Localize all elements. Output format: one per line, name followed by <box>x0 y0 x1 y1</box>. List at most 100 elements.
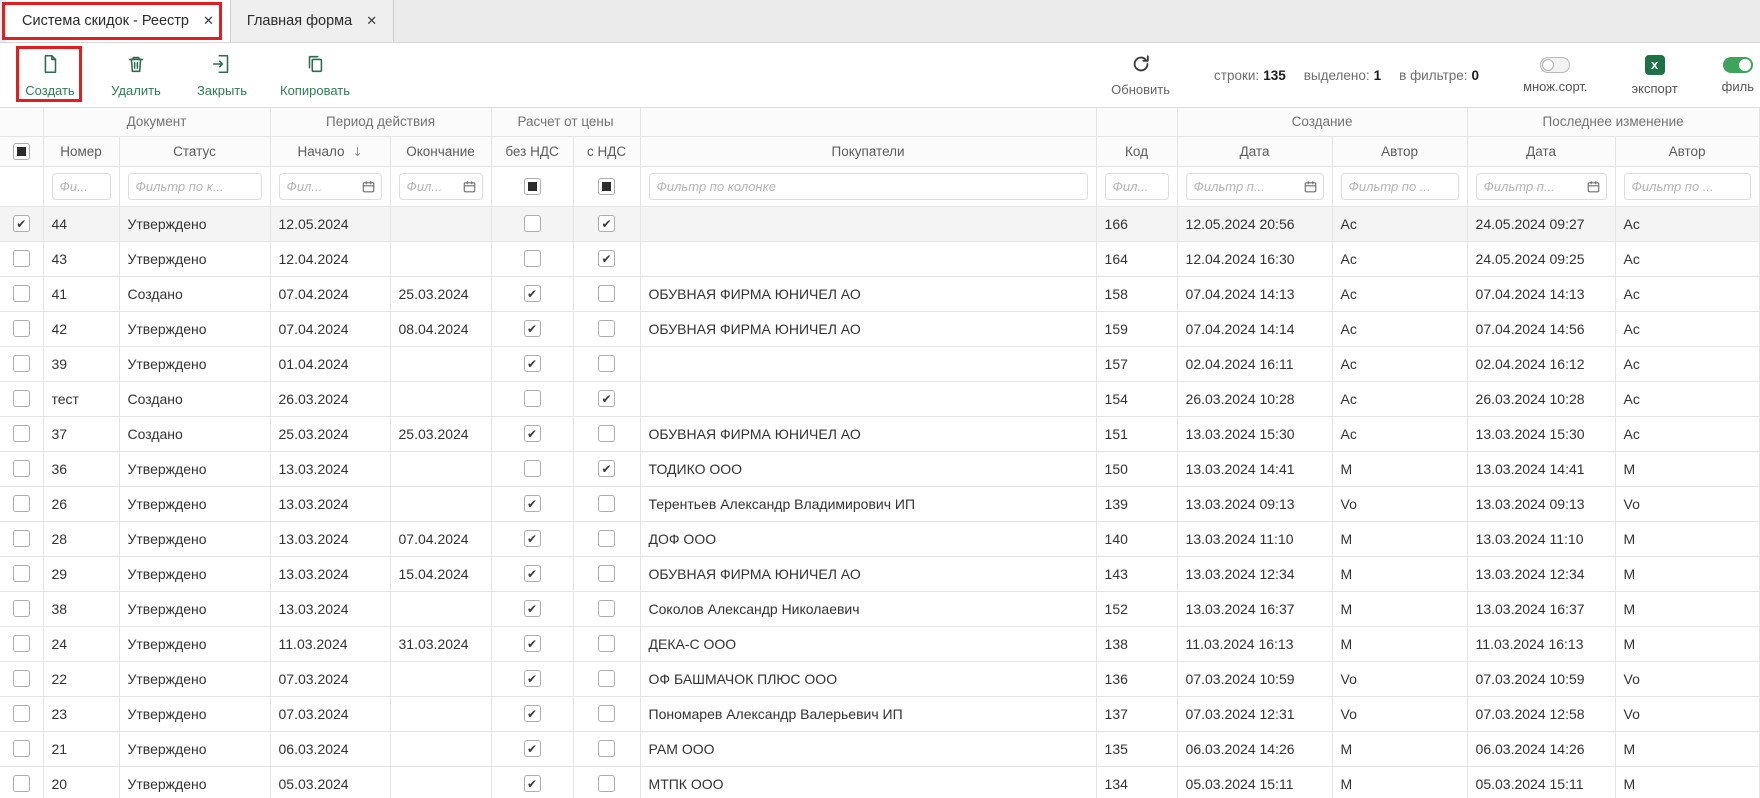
close-icon[interactable]: ✕ <box>366 14 377 29</box>
table-row[interactable]: 28Утверждено13.03.202407.04.2024✔ДОФ ООО… <box>0 521 1759 556</box>
row-select-checkbox[interactable] <box>13 600 30 617</box>
col-header-modified-date[interactable]: Дата <box>1467 136 1615 166</box>
table-row[interactable]: 37Создано25.03.202425.03.2024✔ОБУВНАЯ ФИ… <box>0 416 1759 451</box>
row-select-checkbox[interactable] <box>13 390 30 407</box>
modified-date-filter-input[interactable] <box>1476 173 1607 200</box>
col-header-with-vat[interactable]: с НДС <box>573 136 640 166</box>
row-select-checkbox[interactable] <box>13 425 30 442</box>
col-header-status[interactable]: Статус <box>119 136 270 166</box>
table-row[interactable]: 22Утверждено07.03.2024✔ОФ БАШМАЧОК ПЛЮС … <box>0 661 1759 696</box>
with-vat-checkbox[interactable]: ✔ <box>598 250 615 267</box>
with-vat-checkbox[interactable] <box>598 355 615 372</box>
close-icon[interactable]: ✕ <box>203 14 214 29</box>
table-row[interactable]: 38Утверждено13.03.2024✔Соколов Александр… <box>0 591 1759 626</box>
no-vat-filter-checkbox[interactable] <box>524 178 541 195</box>
with-vat-checkbox[interactable]: ✔ <box>598 215 615 232</box>
with-vat-cell[interactable] <box>573 276 640 311</box>
row-select-cell[interactable] <box>0 661 43 696</box>
export-button[interactable]: x экспорт <box>1632 55 1678 96</box>
row-select-cell[interactable] <box>0 241 43 276</box>
refresh-button[interactable]: Обновить <box>1111 53 1170 97</box>
no-vat-checkbox[interactable]: ✔ <box>524 285 541 302</box>
with-vat-checkbox[interactable] <box>598 670 615 687</box>
with-vat-checkbox[interactable] <box>598 600 615 617</box>
row-select-cell[interactable] <box>0 766 43 798</box>
with-vat-cell[interactable] <box>573 311 640 346</box>
status-filter-input[interactable] <box>128 173 262 200</box>
row-select-checkbox[interactable] <box>13 495 30 512</box>
col-header-end[interactable]: Окончание <box>390 136 491 166</box>
no-vat-checkbox[interactable]: ✔ <box>524 635 541 652</box>
with-vat-cell[interactable]: ✔ <box>573 381 640 416</box>
with-vat-checkbox[interactable] <box>598 285 615 302</box>
row-select-checkbox[interactable] <box>13 285 30 302</box>
row-select-checkbox[interactable] <box>13 775 30 792</box>
code-filter-input[interactable] <box>1105 173 1169 200</box>
col-header-buyers[interactable]: Покупатели <box>640 136 1096 166</box>
with-vat-checkbox[interactable] <box>598 705 615 722</box>
no-vat-cell[interactable]: ✔ <box>491 521 573 556</box>
row-select-cell[interactable] <box>0 416 43 451</box>
with-vat-checkbox[interactable] <box>598 740 615 757</box>
with-vat-cell[interactable] <box>573 521 640 556</box>
row-select-checkbox[interactable] <box>13 565 30 582</box>
row-select-cell[interactable] <box>0 556 43 591</box>
table-row[interactable]: 26Утверждено13.03.2024✔Терентьев Алексан… <box>0 486 1759 521</box>
no-vat-checkbox[interactable] <box>524 215 541 232</box>
with-vat-cell[interactable] <box>573 416 640 451</box>
with-vat-cell[interactable]: ✔ <box>573 241 640 276</box>
row-select-cell[interactable] <box>0 451 43 486</box>
no-vat-checkbox[interactable]: ✔ <box>524 705 541 722</box>
col-header-modified-author[interactable]: Автор <box>1615 136 1759 166</box>
no-vat-cell[interactable]: ✔ <box>491 696 573 731</box>
with-vat-cell[interactable] <box>573 626 640 661</box>
with-vat-checkbox[interactable] <box>598 530 615 547</box>
filter-toggle-item[interactable]: филь <box>1722 57 1754 94</box>
with-vat-cell[interactable] <box>573 346 640 381</box>
row-select-cell[interactable] <box>0 731 43 766</box>
no-vat-cell[interactable]: ✔ <box>491 311 573 346</box>
no-vat-cell[interactable]: ✔ <box>491 626 573 661</box>
copy-button[interactable]: Копировать <box>280 53 350 98</box>
with-vat-cell[interactable] <box>573 486 640 521</box>
no-vat-cell[interactable]: ✔ <box>491 276 573 311</box>
start-date-filter-input[interactable] <box>279 173 382 200</box>
row-select-cell[interactable] <box>0 591 43 626</box>
filter-toggle[interactable] <box>1723 57 1753 73</box>
col-header-created-date[interactable]: Дата <box>1177 136 1332 166</box>
with-vat-cell[interactable] <box>573 591 640 626</box>
row-select-checkbox[interactable] <box>13 460 30 477</box>
no-vat-cell[interactable]: ✔ <box>491 346 573 381</box>
col-header-no-vat[interactable]: без НДС <box>491 136 573 166</box>
tab-discount-registry[interactable]: Система скидок - Реестр ✕ <box>6 0 231 42</box>
row-select-checkbox[interactable] <box>13 705 30 722</box>
table-row[interactable]: 41Создано07.04.202425.03.2024✔ОБУВНАЯ ФИ… <box>0 276 1759 311</box>
no-vat-checkbox[interactable] <box>524 250 541 267</box>
no-vat-checkbox[interactable]: ✔ <box>524 320 541 337</box>
col-header-number[interactable]: Номер <box>43 136 119 166</box>
with-vat-checkbox[interactable] <box>598 775 615 792</box>
multisort-toggle-item[interactable]: множ.сорт. <box>1523 57 1587 94</box>
with-vat-cell[interactable]: ✔ <box>573 451 640 486</box>
table-row[interactable]: 36Утверждено13.03.2024✔ТОДИКО ООО15013.0… <box>0 451 1759 486</box>
table-row[interactable]: 23Утверждено07.03.2024✔Пономарев Алексан… <box>0 696 1759 731</box>
created-date-filter-input[interactable] <box>1186 173 1324 200</box>
no-vat-cell[interactable] <box>491 206 573 241</box>
buyers-filter-input[interactable] <box>649 173 1088 200</box>
delete-button[interactable]: Удалить <box>108 53 164 98</box>
row-select-checkbox[interactable] <box>13 740 30 757</box>
with-vat-checkbox[interactable] <box>598 635 615 652</box>
with-vat-cell[interactable] <box>573 766 640 798</box>
row-select-cell[interactable] <box>0 346 43 381</box>
col-header-code[interactable]: Код <box>1096 136 1177 166</box>
no-vat-cell[interactable] <box>491 381 573 416</box>
row-select-cell[interactable] <box>0 381 43 416</box>
with-vat-filter-checkbox[interactable] <box>598 178 615 195</box>
row-select-checkbox[interactable] <box>13 670 30 687</box>
col-header-start[interactable]: Начало↓ <box>270 136 390 166</box>
no-vat-cell[interactable]: ✔ <box>491 556 573 591</box>
created-author-filter-input[interactable] <box>1341 173 1459 200</box>
with-vat-checkbox[interactable]: ✔ <box>598 460 615 477</box>
col-header-created-author[interactable]: Автор <box>1332 136 1467 166</box>
no-vat-checkbox[interactable]: ✔ <box>524 425 541 442</box>
